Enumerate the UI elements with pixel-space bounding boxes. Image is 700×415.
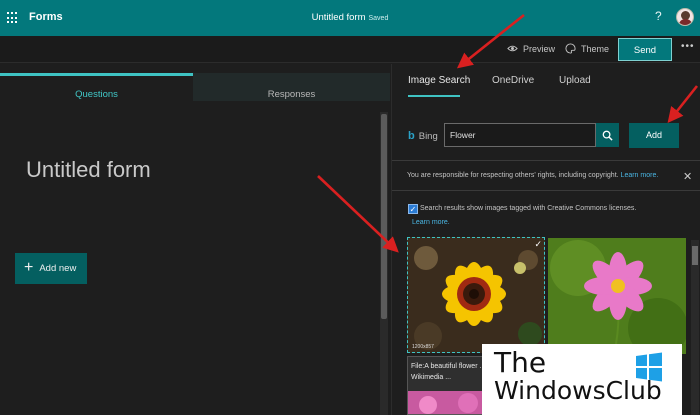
- windows-logo-icon: [636, 352, 662, 382]
- theme-palette-icon: [565, 43, 576, 54]
- form-title[interactable]: Untitled form: [26, 157, 151, 183]
- document-title-text: Untitled form: [311, 12, 366, 23]
- search-icon: [602, 130, 613, 141]
- divider: [392, 190, 700, 191]
- avatar[interactable]: [676, 8, 694, 26]
- more-icon[interactable]: •••: [681, 41, 695, 52]
- theme-button[interactable]: Theme: [565, 43, 609, 54]
- tab-questions[interactable]: Questions: [0, 73, 193, 101]
- toolbar: Preview Theme: [0, 36, 700, 63]
- tab-image-search[interactable]: Image Search: [408, 75, 470, 86]
- document-title: Untitled form Saved: [0, 12, 700, 23]
- copyright-notice-text: You are responsible for respecting other…: [407, 172, 619, 179]
- image-result[interactable]: [548, 238, 686, 354]
- left-scrollbar[interactable]: [380, 112, 388, 415]
- creative-commons-checkbox[interactable]: ✓: [408, 204, 418, 214]
- editor-tabs: Questions Responses: [0, 68, 390, 101]
- flower-image: [548, 238, 686, 354]
- copyright-learn-more-link[interactable]: Learn more.: [621, 172, 659, 179]
- add-button[interactable]: Add: [629, 123, 679, 148]
- bing-label: Bing: [418, 130, 438, 142]
- creative-commons-label: Search results show images tagged with C…: [420, 205, 637, 212]
- saved-status: Saved: [368, 15, 389, 22]
- tab-onedrive[interactable]: OneDrive: [492, 75, 534, 86]
- preview-eye-icon: [507, 45, 518, 52]
- bing-logo-icon: b: [408, 130, 415, 142]
- divider: [392, 160, 700, 161]
- add-new-label: Add new: [39, 263, 77, 274]
- image-search-input[interactable]: [444, 123, 596, 147]
- watermark-logo: The WindowsClub: [482, 344, 682, 415]
- plus-icon: +: [24, 258, 34, 276]
- flower-image: [408, 238, 544, 352]
- app-header: Forms Untitled form Saved ?: [0, 0, 700, 36]
- preview-label: Preview: [523, 43, 556, 54]
- image-result-selected[interactable]: ✓ 1200x857: [407, 237, 545, 353]
- copyright-notice: You are responsible for respecting other…: [407, 172, 658, 179]
- creative-commons-learn-more-link[interactable]: Learn more.: [412, 219, 450, 226]
- tab-responses[interactable]: Responses: [193, 73, 390, 101]
- active-tab-indicator: [408, 95, 460, 97]
- search-button[interactable]: [596, 123, 619, 147]
- help-icon[interactable]: ?: [655, 9, 662, 23]
- close-icon[interactable]: ✕: [683, 170, 692, 183]
- checkmark-icon: ✓: [409, 205, 417, 214]
- send-button[interactable]: Send: [618, 38, 672, 61]
- add-new-button[interactable]: + Add new: [15, 253, 87, 284]
- image-dimensions: 1200x857: [412, 344, 434, 350]
- checkmark-icon: ✓: [534, 239, 542, 249]
- preview-button[interactable]: Preview: [507, 43, 555, 54]
- watermark-line1: The: [494, 346, 547, 379]
- theme-label: Theme: [581, 43, 610, 54]
- bing-branding: b Bing: [408, 130, 438, 142]
- form-editor-pane: Questions Responses Untitled form + Add …: [0, 64, 390, 415]
- results-scrollbar[interactable]: [691, 240, 699, 415]
- tab-upload[interactable]: Upload: [559, 75, 591, 86]
